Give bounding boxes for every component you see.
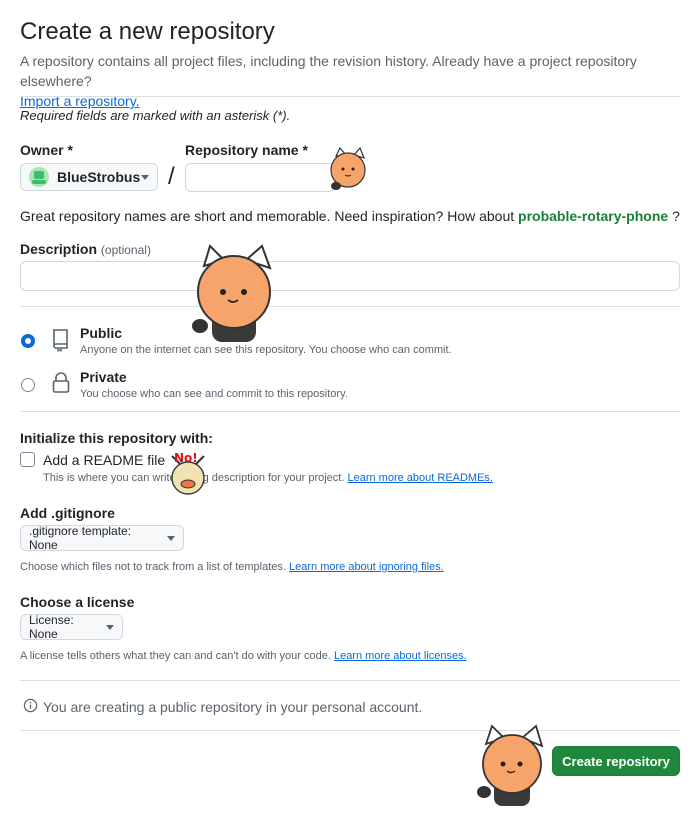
description-label-text: Description bbox=[20, 241, 98, 257]
gitignore-select[interactable]: .gitignore template: None bbox=[20, 524, 184, 552]
license-select[interactable]: License: None bbox=[20, 613, 123, 641]
name-hint-end: ? bbox=[672, 208, 680, 224]
repo-icon bbox=[52, 328, 70, 357]
license-select-label: License: None bbox=[29, 613, 74, 641]
description-label: Description (optional) bbox=[20, 241, 151, 257]
license-heading: Choose a license bbox=[20, 594, 135, 610]
info-notice: You are creating a public repository in … bbox=[23, 698, 422, 716]
cat-sticker-bottom bbox=[474, 722, 550, 813]
repo-name-input[interactable] bbox=[185, 163, 335, 192]
owner-label: Owner * bbox=[20, 142, 73, 158]
chevron-down-icon bbox=[141, 174, 149, 180]
owner-repo-separator: / bbox=[168, 163, 175, 190]
readme-description: This is where you can write a long descr… bbox=[43, 472, 493, 484]
private-description: You choose who can see and commit to thi… bbox=[80, 388, 348, 400]
private-label: Private bbox=[80, 369, 127, 385]
lock-icon bbox=[52, 372, 70, 399]
divider bbox=[20, 306, 680, 307]
gitignore-heading: Add .gitignore bbox=[20, 505, 115, 521]
chevron-down-icon bbox=[167, 535, 175, 541]
create-repository-button[interactable]: Create repository bbox=[552, 746, 680, 776]
gitignore-select-label: .gitignore template: None bbox=[29, 524, 132, 552]
divider bbox=[20, 96, 680, 97]
license-learn-more-link[interactable]: Learn more about licenses. bbox=[334, 650, 467, 662]
cat-sticker-small bbox=[326, 146, 370, 199]
license-description: A license tells others what they can and… bbox=[20, 650, 467, 662]
subtitle-text: A repository contains all project files,… bbox=[20, 53, 637, 89]
description-input[interactable] bbox=[20, 261, 680, 291]
info-icon bbox=[23, 698, 38, 716]
page-title: Create a new repository bbox=[20, 18, 275, 45]
cat-sticker-large bbox=[188, 240, 280, 351]
repo-name-label: Repository name * bbox=[185, 142, 308, 158]
license-desc-text: A license tells others what they can and… bbox=[20, 650, 331, 662]
name-hint: Great repository names are short and mem… bbox=[20, 208, 680, 224]
public-label: Public bbox=[80, 325, 123, 341]
page-subtitle: A repository contains all project files,… bbox=[20, 51, 675, 111]
public-radio[interactable] bbox=[21, 334, 35, 348]
gitignore-desc-text: Choose which files not to track from a l… bbox=[20, 561, 286, 573]
divider bbox=[20, 680, 680, 681]
info-text: You are creating a public repository in … bbox=[43, 699, 423, 715]
required-fields-note: Required fields are marked with an aster… bbox=[20, 108, 291, 123]
owner-select[interactable]: BlueStrobus bbox=[20, 163, 158, 191]
init-heading: Initialize this repository with: bbox=[20, 430, 213, 446]
gitignore-learn-more-link[interactable]: Learn more about ignoring files. bbox=[289, 561, 444, 573]
avatar bbox=[29, 167, 49, 187]
divider bbox=[20, 730, 680, 731]
name-hint-text: Great repository names are short and mem… bbox=[20, 208, 515, 224]
gitignore-description: Choose which files not to track from a l… bbox=[20, 561, 444, 573]
private-radio[interactable] bbox=[21, 378, 35, 392]
owner-name: BlueStrobus bbox=[57, 169, 141, 185]
svg-text:No!: No! bbox=[174, 451, 198, 465]
name-suggestion[interactable]: probable-rotary-phone bbox=[518, 208, 668, 224]
divider bbox=[20, 411, 680, 412]
chevron-down-icon bbox=[106, 624, 114, 630]
readme-learn-more-link[interactable]: Learn more about READMEs. bbox=[347, 472, 493, 484]
readme-checkbox[interactable] bbox=[20, 452, 35, 467]
readme-label: Add a README file bbox=[43, 452, 166, 468]
no-sticker: No! bbox=[166, 448, 210, 503]
optional-tag: (optional) bbox=[100, 243, 151, 257]
